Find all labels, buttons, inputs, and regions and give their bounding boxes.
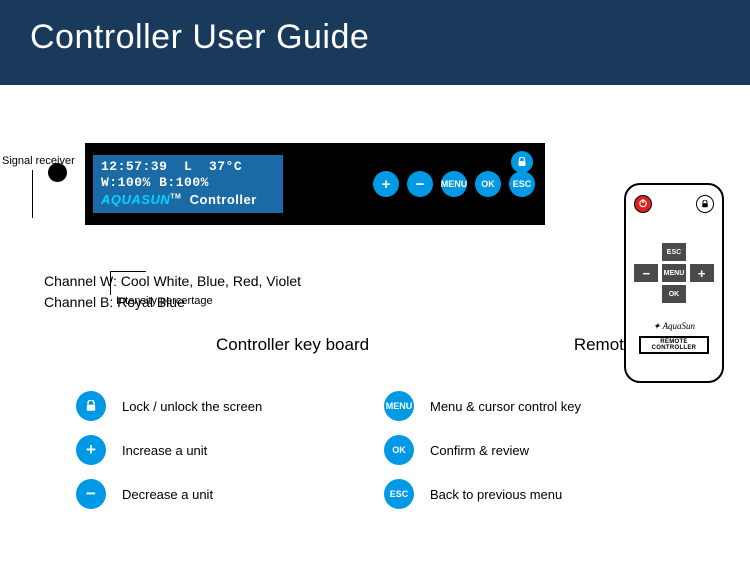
- legend-menu-icon: MENU: [384, 391, 414, 421]
- callout-intensity-label: Intensity percertage: [116, 295, 213, 307]
- remote-brand-text: AquaSun: [663, 321, 696, 331]
- legend-menu: MENU Menu & cursor control key: [384, 391, 674, 421]
- legend-plus: + Increase a unit: [76, 435, 366, 465]
- remote-controller: ESC − MENU + OK ✦ AquaSun REMOTE CONTROL…: [624, 183, 724, 383]
- legend-ok: OK Confirm & review: [384, 435, 674, 465]
- menu-button[interactable]: MENU: [441, 171, 467, 197]
- legend-minus: − Decrease a unit: [76, 479, 366, 509]
- callout-intensity: Intensity percertage: [116, 295, 213, 307]
- legend-lock-icon: [76, 391, 106, 421]
- legend-text: Increase a unit: [122, 443, 207, 458]
- remote-plus-button[interactable]: +: [690, 264, 714, 282]
- remote-ok-button[interactable]: OK: [662, 285, 686, 303]
- lcd-brand-row: AQUASUNTM Controller: [101, 192, 275, 209]
- legend-text: Lock / unlock the screen: [122, 399, 262, 414]
- lock-icon: [701, 195, 709, 213]
- callout-line: [110, 271, 111, 295]
- lock-button[interactable]: [511, 151, 533, 173]
- lcd-suffix: Controller: [190, 192, 257, 207]
- legend-text: Menu & cursor control key: [430, 399, 581, 414]
- legend-text: Decrease a unit: [122, 487, 213, 502]
- legend-plus-icon: +: [76, 435, 106, 465]
- remote-top-row: [634, 195, 714, 213]
- callout-line: [110, 271, 146, 272]
- plus-button[interactable]: +: [373, 171, 399, 197]
- remote-lock-button[interactable]: [696, 195, 714, 213]
- remote-power-button[interactable]: [634, 195, 652, 213]
- legend-esc-icon: ESC: [384, 479, 414, 509]
- esc-button[interactable]: ESC: [509, 171, 535, 197]
- label-keyboard: Controller key board: [216, 335, 369, 355]
- header: Controller User Guide: [0, 0, 750, 85]
- lcd-brand: AQUASUN: [101, 192, 170, 207]
- minus-button[interactable]: −: [407, 171, 433, 197]
- power-icon: [638, 195, 648, 213]
- page-title: Controller User Guide: [30, 18, 720, 57]
- legend-text: Confirm & review: [430, 443, 529, 458]
- lcd-display: 12:57:39 L 37°C W:100% B:100% AQUASUNTM …: [93, 155, 283, 213]
- remote-esc-button[interactable]: ESC: [662, 243, 686, 261]
- lcd-line2: W:100% B:100%: [101, 175, 275, 191]
- signal-receiver-icon: [48, 163, 67, 182]
- legend-text: Back to previous menu: [430, 487, 562, 502]
- lcd-lock: L: [184, 159, 192, 174]
- remote-menu-button[interactable]: MENU: [662, 264, 686, 282]
- ok-button[interactable]: OK: [475, 171, 501, 197]
- remote-column: ESC − MENU + OK ✦ AquaSun REMOTE CONTROL…: [624, 183, 724, 383]
- remote-label: REMOTE CONTROLLER: [639, 336, 709, 354]
- legend-esc: ESC Back to previous menu: [384, 479, 674, 509]
- remote-grid: ESC − MENU + OK: [634, 243, 714, 303]
- lock-icon: [517, 157, 527, 167]
- legend-lock: Lock / unlock the screen: [76, 391, 366, 421]
- controller-panel: 12:57:39 L 37°C W:100% B:100% AQUASUNTM …: [85, 143, 545, 225]
- lcd-line1: 12:57:39 L 37°C: [101, 159, 275, 175]
- lcd-tm: TM: [170, 193, 181, 200]
- remote-brand: ✦ AquaSun: [634, 321, 714, 332]
- lcd-temp: 37°C: [209, 159, 242, 174]
- remote-minus-button[interactable]: −: [634, 264, 658, 282]
- legend: Lock / unlock the screen MENU Menu & cur…: [76, 391, 674, 509]
- content: Signal receiver Time Lock Working temper…: [0, 143, 750, 509]
- legend-ok-icon: OK: [384, 435, 414, 465]
- legend-minus-icon: −: [76, 479, 106, 509]
- lcd-time: 12:57:39: [101, 159, 167, 174]
- panel-buttons: + − MENU OK ESC: [373, 171, 535, 197]
